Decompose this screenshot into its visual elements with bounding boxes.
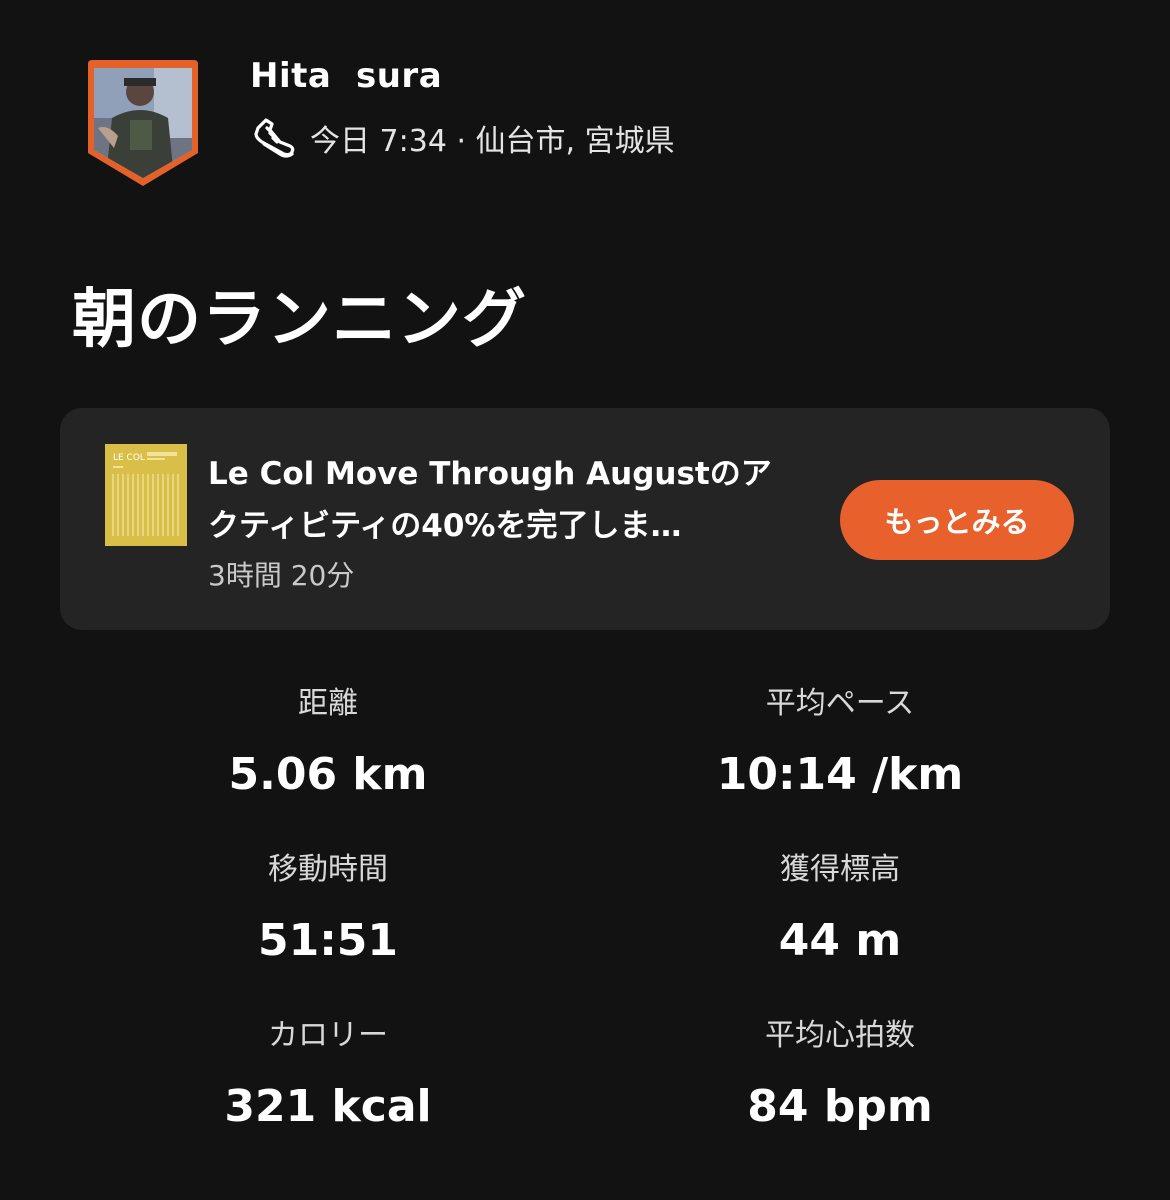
- stat-value: 321 kcal: [224, 1081, 432, 1132]
- see-more-button[interactable]: もっとみる: [840, 480, 1074, 560]
- challenge-progress-card[interactable]: LE COL Le Col Move Through Augustのア クティビ…: [60, 408, 1110, 630]
- stat-label: 平均心拍数: [765, 1018, 915, 1053]
- challenge-title-line-1: Le Col Move Through Augustのア: [208, 456, 772, 492]
- stat-label: 獲得標高: [780, 852, 900, 887]
- stat-value: 44 m: [778, 915, 902, 966]
- athlete-avatar[interactable]: [84, 58, 202, 188]
- running-shoe-icon: [250, 114, 298, 162]
- stat-value: 10:14 /km: [716, 749, 964, 800]
- avatar-photo: [88, 60, 198, 186]
- stat-value: 84 bpm: [747, 1081, 933, 1132]
- stat-label: カロリー: [268, 1018, 388, 1053]
- stat-value: 51:51: [257, 915, 399, 966]
- challenge-title-line-2: クティビティの40%を完了しま…: [208, 508, 682, 544]
- badge-brand-text: LE COL: [113, 453, 145, 463]
- stat-label: 距離: [298, 686, 358, 721]
- activity-time-location: 今日 7:34 · 仙台市, 宮城県: [310, 124, 675, 159]
- activity-title: 朝のランニング: [72, 283, 527, 357]
- challenge-title: Le Col Move Through Augustのア クティビティの40%を…: [208, 448, 818, 552]
- stat-moving-time: 移動時間 51:51: [118, 848, 538, 972]
- stat-value: 5.06 km: [228, 749, 428, 800]
- challenge-time-remaining: 3時間 20分: [208, 559, 355, 592]
- stat-elevation-gain: 獲得標高 44 m: [630, 848, 1050, 972]
- stat-distance: 距離 5.06 km: [118, 682, 538, 806]
- activity-meta: 今日 7:34 · 仙台市, 宮城県: [250, 112, 675, 164]
- athlete-name[interactable]: Hita sura: [250, 56, 442, 96]
- activity-detail-page: Hita sura 今日 7:34 · 仙台市, 宮城県 朝のランニング LE …: [0, 0, 1170, 1200]
- stat-label: 平均ペース: [765, 686, 915, 721]
- stat-avg-pace: 平均ペース 10:14 /km: [630, 682, 1050, 806]
- stat-avg-heart-rate: 平均心拍数 84 bpm: [630, 1014, 1050, 1138]
- stat-calories: カロリー 321 kcal: [118, 1014, 538, 1138]
- stat-label: 移動時間: [268, 852, 388, 887]
- challenge-badge-icon: LE COL: [105, 444, 187, 546]
